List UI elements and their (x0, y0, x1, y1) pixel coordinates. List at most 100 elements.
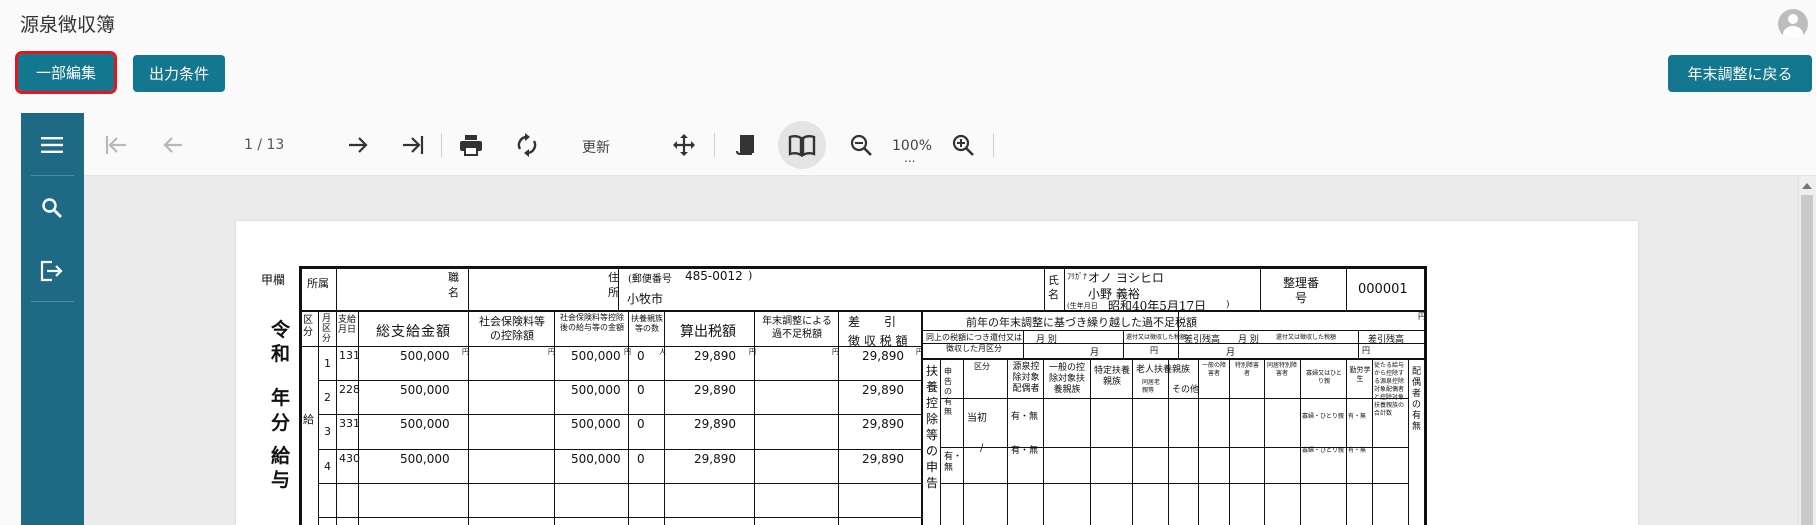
balance-col-1: 差引残高 (1184, 335, 1221, 345)
furigana-label: ﾌﾘｶﾞﾅ (1067, 272, 1087, 281)
user-avatar-icon[interactable] (1778, 9, 1808, 39)
widow-choice-2: 寡婦・ひとり親 (1302, 447, 1344, 454)
disabled-col: 一般の障害者 (1202, 362, 1227, 377)
postal-label: (郵便番号 (628, 274, 672, 285)
row-gross: 500,000 (400, 417, 450, 431)
yen-1: 円 (1150, 346, 1158, 355)
row-day: 30 (346, 452, 360, 465)
refund-col-1: 還付又は徴収した税額 (1126, 334, 1187, 341)
prev-year-title: 前年の年末調整に基づき繰り越した過不足税額 (966, 316, 1197, 329)
export-icon[interactable] (35, 254, 69, 288)
row-gross: 500,000 (400, 452, 450, 466)
refund-col-2: 還付又は徴収した税額 (1276, 334, 1337, 341)
specific-dependent-col: 特定扶養親族 (1093, 366, 1130, 387)
output-conditions-button[interactable]: 出力条件 (133, 55, 225, 92)
row-net-tax: 29,890 (862, 349, 904, 363)
address-value: 小牧市 (627, 292, 664, 306)
refresh-button[interactable]: 更新 (582, 137, 610, 157)
month-col-2: 月 別 (1238, 335, 1259, 345)
viewer-sidebar (21, 113, 84, 525)
special-disabled-col: 特別障害者 (1234, 362, 1259, 377)
row-month: 3 (339, 417, 346, 430)
row-after-insurance: 500,000 (571, 452, 621, 466)
month-col-1: 月 別 (1036, 335, 1057, 345)
student-col: 勤労学生 (1349, 366, 1371, 383)
row-dependents: 0 (637, 383, 645, 397)
back-to-year-end-button[interactable]: 年末調整に戻る (1668, 55, 1812, 92)
yen-mark: 円 (1418, 312, 1426, 321)
page-indicator[interactable]: 1 / 13 (244, 137, 284, 153)
reiwa-label: 令和 (271, 319, 291, 365)
row-day: 31 (346, 349, 360, 362)
vertical-scrollbar[interactable] (1798, 176, 1816, 525)
header-computed-tax: 算出税額 (680, 324, 736, 340)
search-icon[interactable] (35, 191, 69, 225)
furigana-value: オノ ヨシヒロ (1088, 271, 1164, 285)
header-after-insurance: 社会保険料等控除後の給与等の金額 (560, 313, 624, 332)
spouse-choice-2: 有・無 (1011, 446, 1039, 456)
row-number: 4 (324, 460, 331, 473)
shimei-label: 氏名 (1048, 274, 1059, 301)
row-after-insurance: 500,000 (571, 349, 621, 363)
row-month: 4 (339, 452, 346, 465)
row-net-tax: 29,890 (862, 452, 904, 466)
book-view-icon[interactable] (786, 129, 818, 161)
partial-edit-button[interactable]: 一部編集 (15, 51, 117, 94)
declared-choice: 有・無 (944, 452, 963, 473)
document-page: 甲欄 所属 職名 住所 (郵便番号 485-0012 ) 小牧市 氏名 ﾌﾘｶﾞ… (236, 221, 1638, 525)
shozoku-label: 所属 (307, 277, 329, 290)
kyuyo-label: 給与 (271, 445, 291, 491)
row-month: 1 (339, 349, 346, 362)
widow-col: 寡婦又はひとり親 (1306, 370, 1342, 385)
viewer-toolbar: 1 / 13 更新 100% ... (84, 113, 1816, 176)
date-slash: / (980, 443, 984, 454)
header-sashihiki: 差 引 (848, 315, 897, 329)
print-icon[interactable] (455, 129, 487, 161)
row-number: 2 (324, 391, 331, 404)
scroll-up-icon[interactable] (1802, 183, 1812, 189)
first-page-icon[interactable] (100, 129, 132, 161)
page-title: 源泉徴収簿 (20, 14, 116, 36)
next-page-icon[interactable] (342, 129, 374, 161)
row-number: 3 (324, 425, 331, 438)
single-page-icon[interactable] (730, 129, 762, 161)
shokumei-label: 職名 (448, 271, 459, 299)
zoom-in-icon[interactable] (947, 129, 979, 161)
refresh-icon[interactable] (511, 129, 543, 161)
zoom-options[interactable]: ... (904, 151, 915, 165)
header-dependents: 扶養親族等の数 (631, 314, 663, 333)
hamburger-menu-icon[interactable] (35, 128, 69, 162)
withholding-ledger-form: 甲欄 所属 職名 住所 (郵便番号 485-0012 ) 小牧市 氏名 ﾌﾘｶﾞ… (236, 221, 1638, 525)
spouse-col: 源泉控除対象配偶者 (1012, 362, 1040, 394)
kou-label: 甲欄 (261, 273, 286, 287)
report-viewer: 1 / 13 更新 100% ... 甲欄 所属 職名 住所 (郵便番号 485… (21, 113, 1816, 525)
bun-label: 分 (271, 412, 291, 434)
other-col: その他 (1172, 385, 1200, 395)
row-after-insurance: 500,000 (571, 417, 621, 431)
scroll-thumb[interactable] (1801, 195, 1813, 525)
row-dependents: 0 (637, 417, 645, 431)
student-choice-1: 有・無 (1348, 413, 1367, 420)
row-after-insurance: 500,000 (571, 383, 621, 397)
zoom-out-icon[interactable] (845, 129, 877, 161)
row-net-tax: 29,890 (862, 383, 904, 397)
unit-mark: 人 (659, 348, 666, 356)
general-dependent-col: 一般の控除対象扶養親族 (1048, 363, 1085, 395)
student-choice-2: 有・無 (1348, 447, 1367, 454)
seiri-number: 000001 (1358, 282, 1408, 297)
unit-mark: 円 (548, 348, 555, 356)
postal-code: 485-0012 (685, 269, 743, 283)
row-gross: 500,000 (400, 349, 450, 363)
row-tax: 29,890 (694, 417, 736, 431)
yen-2: 円 (1362, 346, 1370, 355)
last-page-icon[interactable] (397, 129, 429, 161)
pan-move-icon[interactable] (668, 129, 700, 161)
month-2: 月 (1226, 348, 1236, 358)
row-net-tax: 29,890 (862, 417, 904, 431)
sub-row-label: 同上の税額につき還付又は徴収した月区分 (926, 333, 1022, 353)
declaration-label: 申告の有無 (944, 367, 952, 416)
previous-page-icon[interactable] (157, 129, 189, 161)
spouse-presence-col: 配偶者の有無 (1412, 367, 1422, 432)
widow-choice-1: 寡婦・ひとり親 (1302, 413, 1344, 420)
row-day: 31 (346, 417, 360, 430)
